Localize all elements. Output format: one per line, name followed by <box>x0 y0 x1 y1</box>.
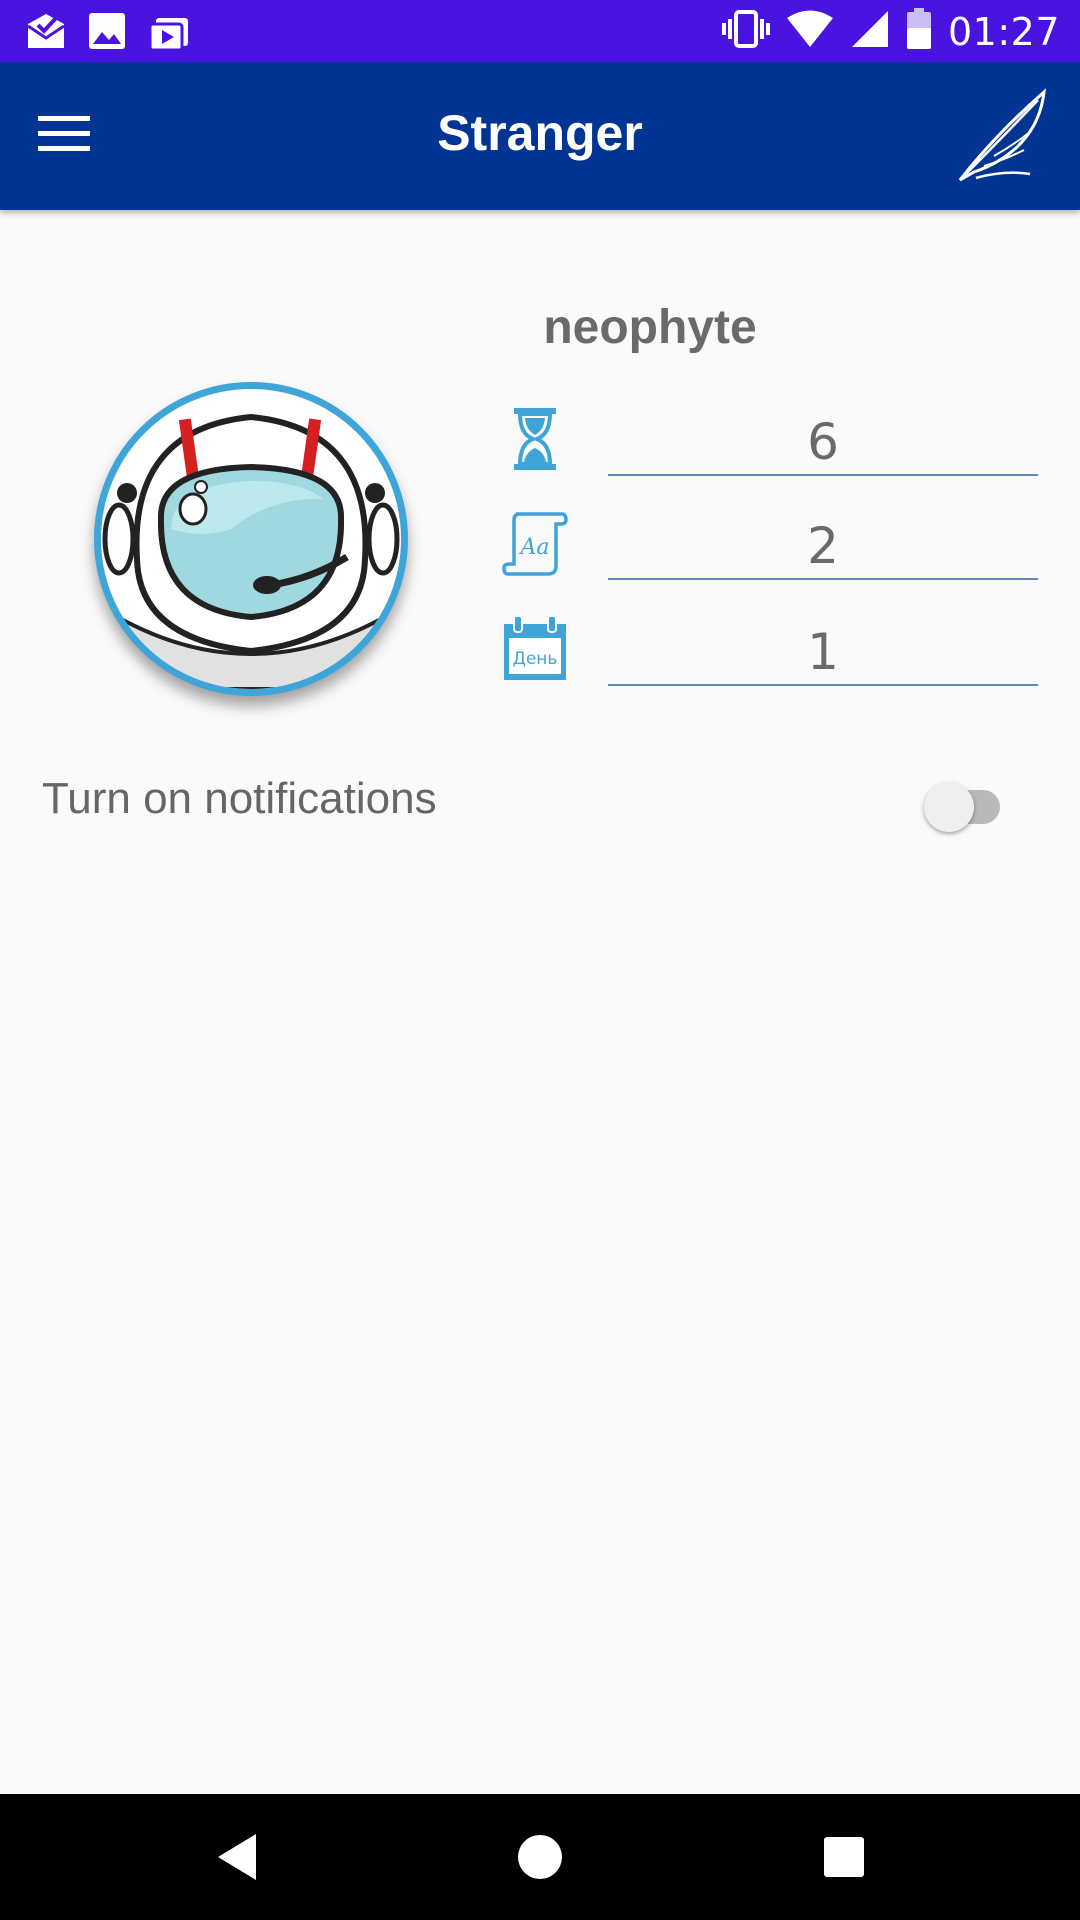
status-bar: 01:27 <box>0 0 1080 62</box>
stat-value-texts: 2 <box>608 518 1038 580</box>
astronaut-helmet-avatar <box>94 382 408 696</box>
notifications-label: Turn on notifications <box>42 774 437 823</box>
stat-row-texts: Aa 2 <box>500 508 1040 598</box>
toggle-thumb <box>924 782 974 832</box>
battery-icon <box>906 8 932 55</box>
stat-row-days: День 1 <box>500 614 1040 704</box>
vibrate-icon <box>721 9 770 54</box>
mail-check-icon <box>26 12 66 57</box>
stat-value-time: 6 <box>608 414 1038 476</box>
app-bar: Stranger <box>0 62 1080 210</box>
stat-value-days: 1 <box>608 624 1038 686</box>
page-title: Stranger <box>437 105 643 161</box>
notifications-toggle[interactable] <box>924 780 1008 832</box>
calendar-day-icon: День <box>500 614 570 694</box>
image-icon <box>88 12 126 57</box>
scroll-icon-text: Aa <box>518 535 549 560</box>
stat-row-time: 6 <box>500 404 1040 494</box>
wifi-icon <box>786 9 834 54</box>
recents-icon[interactable] <box>804 1822 884 1892</box>
hourglass-icon <box>500 404 570 484</box>
clock: 01:27 <box>947 9 1060 54</box>
scroll-icon: Aa <box>500 508 570 588</box>
navigation-bar <box>0 1794 1080 1920</box>
quill-pen-icon[interactable] <box>954 86 1054 186</box>
home-icon[interactable] <box>500 1822 580 1892</box>
system-icons: 01:27 <box>721 8 1060 55</box>
user-rank: neophyte <box>543 301 757 354</box>
back-icon[interactable] <box>200 1822 280 1892</box>
notifications-row: Turn on notifications <box>0 760 1080 844</box>
signal-icon <box>850 9 890 54</box>
shopping-bag-icon <box>148 12 190 57</box>
notification-icons <box>26 12 190 57</box>
calendar-icon-text: День <box>513 649 558 669</box>
